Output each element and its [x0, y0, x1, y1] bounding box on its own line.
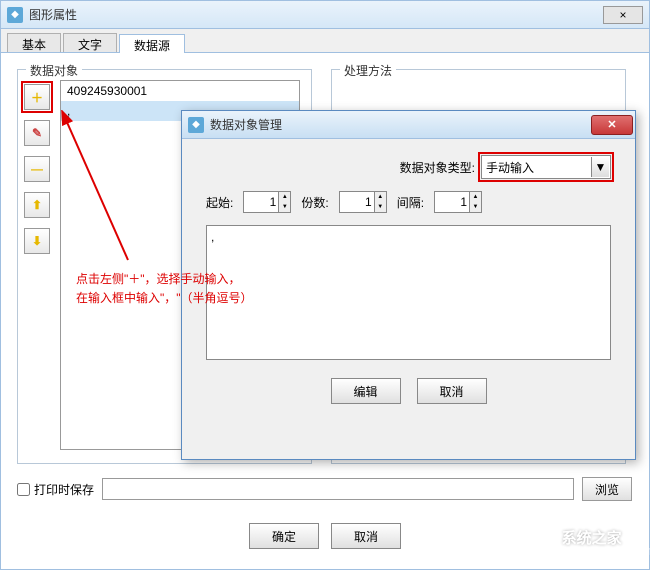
type-label: 数据对象类型:: [400, 159, 475, 176]
main-titlebar: ◆ 图形属性 ×: [1, 1, 649, 29]
print-save-checkbox[interactable]: [17, 483, 30, 496]
bottom-row: 打印时保存 浏览: [17, 477, 632, 501]
start-label: 起始:: [206, 194, 233, 211]
spin-buttons[interactable]: ▲▼: [278, 192, 290, 212]
print-save-checkbox-wrap[interactable]: 打印时保存: [17, 481, 94, 498]
data-object-manage-dialog: ◆ 数据对象管理 ✕ 数据对象类型: 手动输入 ▼ 起始: 1 ▲▼ 份数: 1…: [181, 110, 636, 460]
pencil-icon: ✎: [32, 126, 42, 140]
dialog-footer: 编辑 取消: [206, 378, 611, 404]
arrow-down-icon: ⬇: [32, 234, 42, 248]
browse-button[interactable]: 浏览: [582, 477, 632, 501]
move-down-button[interactable]: ⬇: [24, 228, 50, 254]
arrow-up-icon: ⬆: [32, 198, 42, 212]
type-combobox[interactable]: 手动输入 ▼: [481, 155, 611, 179]
tab-datasource[interactable]: 数据源: [119, 34, 185, 53]
move-up-button[interactable]: ⬆: [24, 192, 50, 218]
tab-text[interactable]: 文字: [63, 33, 117, 52]
spin-buttons[interactable]: ▲▼: [374, 192, 386, 212]
spin-buttons[interactable]: ▲▼: [469, 192, 481, 212]
watermark: 系统之家 XITONGZHIJIA.NET: [512, 526, 650, 562]
copies-spinner[interactable]: 1 ▲▼: [339, 191, 387, 213]
chevron-down-icon: ▼: [591, 157, 609, 177]
dialog-icon: ◆: [188, 117, 204, 133]
type-value: 手动输入: [486, 159, 534, 176]
cancel-button[interactable]: 取消: [331, 523, 401, 549]
watermark-brand: 系统之家: [562, 531, 650, 548]
value-textarea[interactable]: ,: [206, 225, 611, 360]
watermark-url: XITONGZHIJIA.NET: [562, 547, 650, 557]
add-button[interactable]: ＋: [24, 84, 50, 110]
plus-icon: ＋: [31, 89, 43, 106]
window-close-button[interactable]: ×: [603, 6, 643, 24]
numbers-row: 起始: 1 ▲▼ 份数: 1 ▲▼ 间隔: 1 ▲▼: [206, 191, 611, 213]
dialog-cancel-button[interactable]: 取消: [417, 378, 487, 404]
start-spinner[interactable]: 1 ▲▼: [243, 191, 291, 213]
dialog-title: 数据对象管理: [210, 116, 591, 133]
print-save-label: 打印时保存: [34, 481, 94, 498]
minus-icon: —: [31, 162, 43, 176]
fieldset-data-object-legend: 数据对象: [26, 62, 82, 79]
tab-basic[interactable]: 基本: [7, 33, 61, 52]
path-input[interactable]: [102, 478, 574, 500]
dialog-edit-button[interactable]: 编辑: [331, 378, 401, 404]
dialog-body: 数据对象类型: 手动输入 ▼ 起始: 1 ▲▼ 份数: 1 ▲▼ 间隔: 1 ▲…: [182, 139, 635, 420]
interval-label: 间隔:: [397, 194, 424, 211]
list-item[interactable]: 409245930001: [61, 81, 299, 101]
copies-label: 份数:: [301, 194, 328, 211]
app-icon: ◆: [7, 7, 23, 23]
fieldset-process-method-legend: 处理方法: [340, 62, 396, 79]
data-object-toolbar: ＋ ✎ — ⬆ ⬇: [24, 84, 56, 254]
type-row: 数据对象类型: 手动输入 ▼: [206, 155, 611, 179]
interval-spinner[interactable]: 1 ▲▼: [434, 191, 482, 213]
dialog-titlebar: ◆ 数据对象管理 ✕: [182, 111, 635, 139]
dialog-close-button[interactable]: ✕: [591, 115, 633, 135]
window-title: 图形属性: [29, 6, 603, 23]
ok-button[interactable]: 确定: [249, 523, 319, 549]
house-icon: [512, 526, 556, 562]
edit-button[interactable]: ✎: [24, 120, 50, 146]
tabs: 基本 文字 数据源: [1, 29, 649, 53]
remove-button[interactable]: —: [24, 156, 50, 182]
